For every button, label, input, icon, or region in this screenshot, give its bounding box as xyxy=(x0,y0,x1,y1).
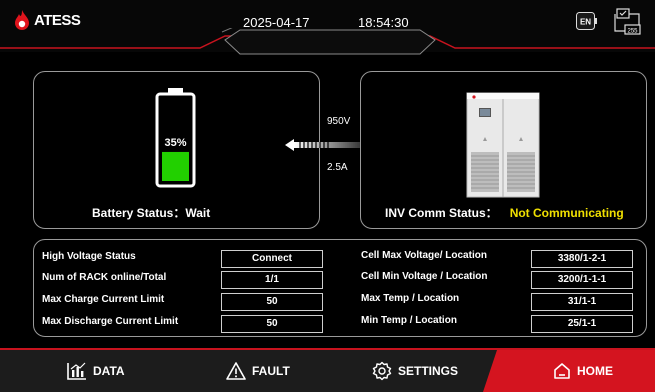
info-label-max-temp: Max Temp / Location xyxy=(361,293,460,304)
battery-percent: 35% xyxy=(164,137,187,149)
nav-home[interactable]: HOME xyxy=(553,350,613,392)
header-decoration xyxy=(0,28,655,55)
info-panel: High Voltage Status Num of RACK online/T… xyxy=(33,239,647,337)
logo-text: ATESS xyxy=(34,11,81,29)
info-value-min-temp: 25/1-1 xyxy=(531,315,633,333)
nav-settings[interactable]: SETTINGS xyxy=(372,350,458,392)
info-value-high-voltage: Connect xyxy=(221,250,323,268)
info-label-cell-max-voltage: Cell Max Voltage/ Location xyxy=(361,250,487,261)
gear-icon xyxy=(372,361,392,381)
info-value-max-discharge: 50 xyxy=(221,315,323,333)
inverter-status-label: INV Comm Status： xyxy=(385,206,498,220)
info-value-rack-online: 1/1 xyxy=(221,271,323,289)
flame-logo-icon xyxy=(15,10,29,30)
nav-data-label: DATA xyxy=(93,364,125,378)
chart-icon xyxy=(67,362,86,380)
battery-status: Battery Status：Wait xyxy=(92,204,210,221)
home-icon xyxy=(554,363,570,379)
info-label-rack-online: Num of RACK online/Total xyxy=(42,272,167,283)
logo: ATESS xyxy=(14,10,81,30)
nav-data[interactable]: DATA xyxy=(67,350,125,392)
info-value-max-charge: 50 xyxy=(221,293,323,311)
battery-status-value: Wait xyxy=(185,206,211,220)
battery-level-fill xyxy=(162,151,189,181)
battery-status-label: Battery Status： xyxy=(92,206,186,220)
inverter-panel: INV Comm Status： Not Communicating xyxy=(360,71,647,229)
inverter-cabinet-icon xyxy=(466,92,540,198)
info-label-max-discharge: Max Discharge Current Limit xyxy=(42,316,179,327)
language-label: EN xyxy=(580,18,591,27)
inverter-status-value: Not Communicating xyxy=(509,206,624,220)
battery-panel: 35% Battery Status：Wait xyxy=(33,71,320,229)
info-value-cell-min-voltage: 3200/1-1-1 xyxy=(531,271,633,289)
voltage-readout: 950V xyxy=(327,116,351,127)
nav-home-label: HOME xyxy=(577,364,613,378)
info-value-cell-max-voltage: 3380/1-2-1 xyxy=(531,250,633,268)
info-label-high-voltage: High Voltage Status xyxy=(42,251,136,262)
info-label-min-temp: Min Temp / Location xyxy=(361,315,457,326)
warning-icon xyxy=(226,362,246,380)
bottom-nav: DATA FAULT SETTINGS HOME xyxy=(0,348,655,392)
current-readout: 2.5A xyxy=(327,162,348,173)
nav-fault[interactable]: FAULT xyxy=(226,350,290,392)
nav-fault-label: FAULT xyxy=(252,364,290,378)
info-label-cell-min-voltage: Cell Min Voltage / Location xyxy=(361,271,488,282)
nav-settings-label: SETTINGS xyxy=(398,364,459,378)
inverter-status: INV Comm Status： Not Communicating xyxy=(385,204,624,221)
info-value-max-temp: 31/1-1 xyxy=(531,293,633,311)
info-label-max-charge: Max Charge Current Limit xyxy=(42,294,165,305)
